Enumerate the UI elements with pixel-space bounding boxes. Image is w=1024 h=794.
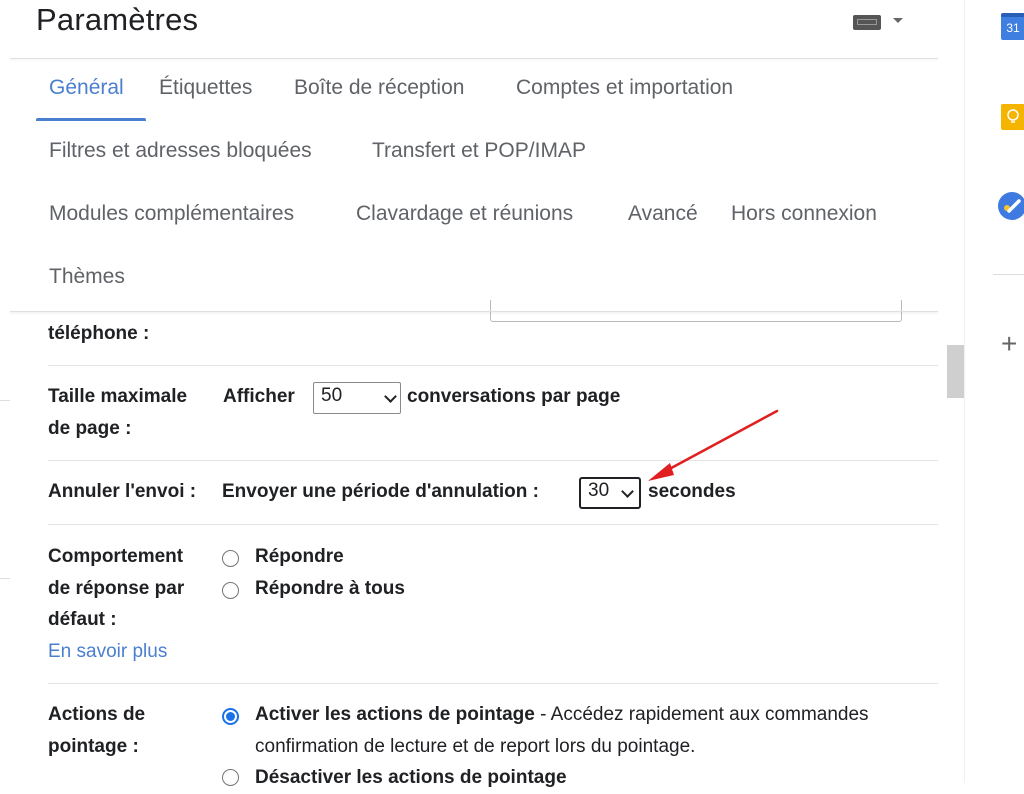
hover-label-2: pointage : xyxy=(48,736,139,757)
side-panel: 31 + xyxy=(964,0,1024,783)
tab-accounts[interactable]: Comptes et importation xyxy=(516,76,733,100)
settings-main: Paramètres Général Étiquettes Boîte de r… xyxy=(0,0,940,788)
tab-addons[interactable]: Modules complémentaires xyxy=(49,202,294,226)
side-divider xyxy=(993,274,1024,275)
row-divider xyxy=(48,683,938,684)
tabs-divider xyxy=(10,311,938,312)
header-divider xyxy=(10,58,938,59)
enable-hover-label: Activer les actions de pointage xyxy=(255,704,535,725)
disable-hover-label: Désactiver les actions de pointage xyxy=(255,767,567,788)
tab-filters[interactable]: Filtres et adresses bloquées xyxy=(49,139,312,163)
keyboard-icon[interactable] xyxy=(853,15,881,30)
undo-send-value: 30 xyxy=(588,480,610,501)
page-size-label-2: de page : xyxy=(48,418,132,439)
hover-label-1: Actions de xyxy=(48,704,146,725)
chevron-down-icon xyxy=(621,485,634,498)
caret-down-icon[interactable] xyxy=(893,18,903,23)
page-size-label-1: Taille maximale xyxy=(48,386,188,407)
enable-hover-description-2: confirmation de lecture et de report lor… xyxy=(255,736,696,757)
reply-all-option-label: Répondre à tous xyxy=(255,578,405,599)
left-edge-mark xyxy=(0,400,10,401)
learn-more-link[interactable]: En savoir plus xyxy=(48,636,167,668)
tab-inbox[interactable]: Boîte de réception xyxy=(294,76,464,100)
annotation-arrow xyxy=(648,409,779,481)
undo-send-label: Annuler l'envoi : xyxy=(48,481,197,502)
tab-chat[interactable]: Clavardage et réunions xyxy=(356,202,573,226)
scrollbar-thumb[interactable] xyxy=(947,345,964,398)
reply-all-radio[interactable] xyxy=(222,582,239,599)
page-size-select[interactable]: 50 xyxy=(313,382,401,414)
reply-radio[interactable] xyxy=(222,550,239,567)
reply-label-2: de réponse par xyxy=(48,578,185,599)
enable-hover-description: - Accédez rapidement aux commandes xyxy=(534,704,869,725)
page-size-suffix: conversations par page xyxy=(407,386,621,407)
reply-option-label: Répondre xyxy=(255,546,344,567)
active-tab-indicator xyxy=(36,118,146,121)
page-size-prefix: Afficher xyxy=(223,386,295,407)
phone-label: téléphone : xyxy=(48,323,150,344)
tab-forwarding[interactable]: Transfert et POP/IMAP xyxy=(372,139,586,163)
tasks-icon[interactable] xyxy=(998,192,1024,220)
reply-label-3: défaut : xyxy=(48,609,117,630)
row-divider xyxy=(48,365,938,366)
tab-offline[interactable]: Hors connexion xyxy=(731,202,877,226)
chevron-down-icon xyxy=(384,390,397,403)
undo-send-select[interactable]: 30 xyxy=(579,477,641,509)
tab-advanced[interactable]: Avancé xyxy=(628,202,698,226)
keep-icon[interactable] xyxy=(1001,104,1024,130)
enable-hover-option: Activer les actions de pointage - Accéde… xyxy=(255,699,940,731)
left-edge-mark xyxy=(0,578,10,579)
tab-general[interactable]: Général xyxy=(49,76,124,100)
tab-themes[interactable]: Thèmes xyxy=(49,265,125,289)
page-title: Paramètres xyxy=(36,2,199,37)
add-icon[interactable]: + xyxy=(1001,330,1017,358)
row-divider xyxy=(48,524,938,525)
reply-label-1: Comportement xyxy=(48,546,184,567)
tab-labels[interactable]: Étiquettes xyxy=(159,76,252,100)
row-divider xyxy=(48,460,938,461)
disable-hover-radio[interactable] xyxy=(222,769,239,786)
enable-hover-radio[interactable] xyxy=(222,708,239,725)
undo-send-prefix: Envoyer une période d'annulation : xyxy=(222,481,539,502)
calendar-icon[interactable]: 31 xyxy=(1001,13,1024,40)
page-size-value: 50 xyxy=(321,385,343,406)
